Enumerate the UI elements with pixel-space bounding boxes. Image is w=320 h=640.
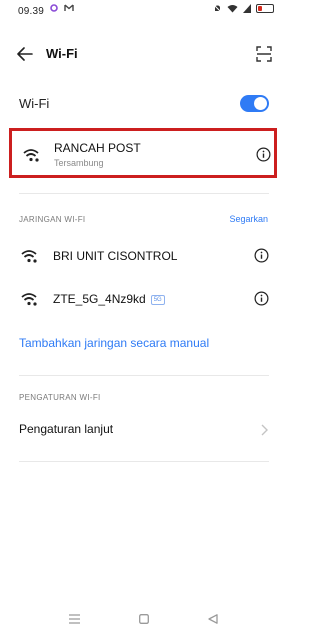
status-left-icons	[50, 4, 74, 12]
wifi-signal-icon	[23, 149, 39, 162]
connected-network-status: Tersambung	[54, 158, 104, 168]
advanced-settings-row[interactable]: Pengaturan lanjut	[0, 414, 288, 448]
settings-section-label: PENGATURAN WI-FI	[19, 393, 101, 402]
signal-icon	[243, 4, 251, 13]
advanced-settings-label: Pengaturan lanjut	[19, 422, 114, 436]
notification-dot-icon	[50, 4, 58, 12]
menu-icon[interactable]	[69, 614, 80, 624]
chevron-right-icon	[261, 424, 268, 436]
network-item-bri[interactable]: BRI UNIT CISONTROL	[0, 236, 288, 276]
divider	[19, 193, 269, 194]
network-name: ZTE_5G_4Nz9kd	[53, 292, 146, 306]
qr-scan-icon	[256, 46, 272, 62]
wifi-signal-icon	[21, 293, 37, 306]
wifi-signal-icon	[21, 250, 37, 263]
alarm-off-icon	[213, 4, 222, 13]
status-right-icons	[213, 4, 274, 13]
divider	[19, 375, 269, 376]
home-icon[interactable]	[139, 614, 149, 624]
network-name: BRI UNIT CISONTROL	[53, 249, 178, 263]
connected-network[interactable]: RANCAH POST Tersambung	[9, 128, 277, 178]
navigation-bar	[0, 602, 288, 640]
wifi-toggle-label: Wi-Fi	[19, 96, 50, 111]
networks-section-label: JARINGAN WI-FI	[19, 215, 86, 224]
toggle-knob	[254, 97, 267, 110]
scan-button[interactable]	[254, 44, 274, 64]
network-name-wrap: ZTE_5G_4Nz9kd 5G	[53, 292, 165, 306]
wifi-toggle[interactable]	[240, 95, 269, 112]
back-arrow-icon	[17, 47, 33, 61]
gmail-icon	[64, 4, 74, 11]
refresh-link[interactable]: Segarkan	[229, 214, 268, 224]
info-icon[interactable]	[256, 147, 271, 162]
back-icon[interactable]	[208, 614, 218, 624]
battery-icon	[256, 4, 274, 13]
wifi-status-icon	[227, 5, 238, 13]
band-badge: 5G	[150, 295, 165, 305]
connected-network-name: RANCAH POST	[54, 141, 141, 155]
info-icon[interactable]	[254, 248, 269, 263]
add-network-link[interactable]: Tambahkan jaringan secara manual	[19, 336, 209, 350]
status-time: 09.39	[18, 6, 45, 17]
info-icon[interactable]	[254, 291, 269, 306]
back-button[interactable]	[14, 44, 36, 64]
network-item-zte[interactable]: ZTE_5G_4Nz9kd 5G	[0, 279, 288, 319]
page-title: Wi-Fi	[46, 46, 78, 61]
divider	[19, 461, 269, 462]
